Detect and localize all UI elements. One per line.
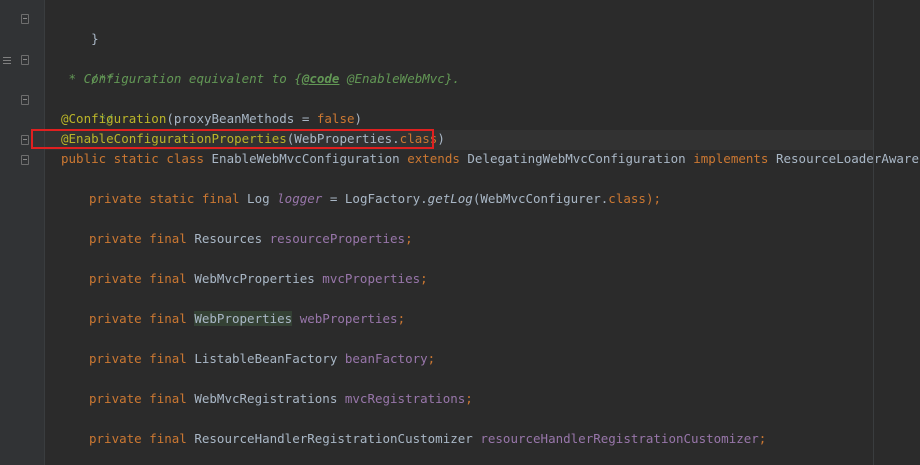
field-name: logger <box>277 191 323 206</box>
semicolon: ; <box>397 311 406 326</box>
keyword-class: class <box>608 191 646 206</box>
keyword: private final <box>89 431 195 446</box>
expression: = LogFactory. <box>322 191 428 206</box>
closing-brace: } <box>91 31 99 46</box>
type-name: ResourceHandlerRegistrationCustomizer <box>194 431 481 446</box>
code-line: /** <box>61 49 114 86</box>
expression: (WebMvcConfigurer. <box>472 191 609 206</box>
javadoc-text: * Configuration equivalent to { <box>61 71 302 86</box>
fold-marker-icon[interactable] <box>21 95 29 105</box>
paren: ) <box>437 131 445 146</box>
code-line: private final WebMvcRegistrations mvcReg… <box>89 389 473 409</box>
javadoc-tag: @code <box>301 71 340 86</box>
keyword: public static class <box>61 151 212 166</box>
type-name: Resources <box>194 231 270 246</box>
paren: ) <box>354 111 363 126</box>
javadoc-render-icon[interactable] <box>3 57 11 64</box>
annotation-args: (proxyBeanMethods = <box>166 111 317 126</box>
type-name: WebMvcProperties <box>194 271 323 286</box>
type-name: ListableBeanFactory <box>194 351 345 366</box>
keyword: private final <box>89 231 195 246</box>
code-line: * Configuration equivalent to {@code @En… <box>61 69 460 89</box>
semicolon: ; <box>465 391 473 406</box>
semicolon: ; <box>405 231 413 246</box>
code-line: */ <box>61 89 114 126</box>
fold-marker-icon[interactable] <box>21 135 29 145</box>
field-name: beanFactory <box>344 351 428 366</box>
code-line: private static final Log logger = LogFac… <box>89 189 661 209</box>
code-line: private final Resources resourceProperti… <box>89 229 413 249</box>
semicolon: ; <box>420 271 428 286</box>
keyword-false: false <box>316 111 355 126</box>
editor-gutter <box>0 0 44 465</box>
code-line: private final WebMvcProperties mvcProper… <box>89 269 428 289</box>
code-line: private final WebProperties webPropertie… <box>89 309 405 329</box>
type-name-highlighted: WebProperties <box>194 311 293 326</box>
semicolon: ; <box>758 431 767 446</box>
keyword: private final <box>89 271 195 286</box>
code-line: private final ListableBeanFactory beanFa… <box>89 349 435 369</box>
code-editor[interactable]: } /** * Configuration equivalent to {@co… <box>45 0 920 465</box>
class-name: EnableWebMvcConfiguration <box>211 151 408 166</box>
fold-marker-icon[interactable] <box>21 55 29 65</box>
keyword: extends <box>407 151 468 166</box>
keyword: private final <box>89 311 195 326</box>
interface-name: ResourceLoaderAware { <box>775 151 920 166</box>
code-line: } <box>61 9 99 46</box>
field-name: mvcProperties <box>322 271 421 286</box>
fold-marker-icon[interactable] <box>21 14 29 24</box>
annotation-configuration: @Configuration <box>61 111 167 126</box>
field-name: webProperties <box>299 311 398 326</box>
field-name: resourceHandlerRegistrationCustomizer <box>480 431 759 446</box>
keyword: implements <box>693 151 776 166</box>
method-name: getLog <box>427 191 473 206</box>
keyword: private final <box>89 351 195 366</box>
type-name: WebMvcRegistrations <box>194 391 345 406</box>
superclass-name: DelegatingWebMvcConfiguration <box>467 151 694 166</box>
code-line: @Configuration(proxyBeanMethods = false) <box>61 109 362 129</box>
code-line: public static class EnableWebMvcConfigur… <box>61 149 920 169</box>
keyword: private static final <box>89 191 248 206</box>
field-name: mvcRegistrations <box>344 391 466 406</box>
fold-marker-icon[interactable] <box>21 155 29 165</box>
type-name: Log <box>247 191 278 206</box>
annotation-highlight-box <box>31 129 434 149</box>
field-name: resourceProperties <box>269 231 406 246</box>
statement-end: ); <box>645 191 661 206</box>
code-line: private final ResourceHandlerRegistratio… <box>89 429 766 449</box>
semicolon: ; <box>427 351 436 366</box>
javadoc-text: @EnableWebMvc}. <box>339 71 460 86</box>
keyword: private final <box>89 391 195 406</box>
